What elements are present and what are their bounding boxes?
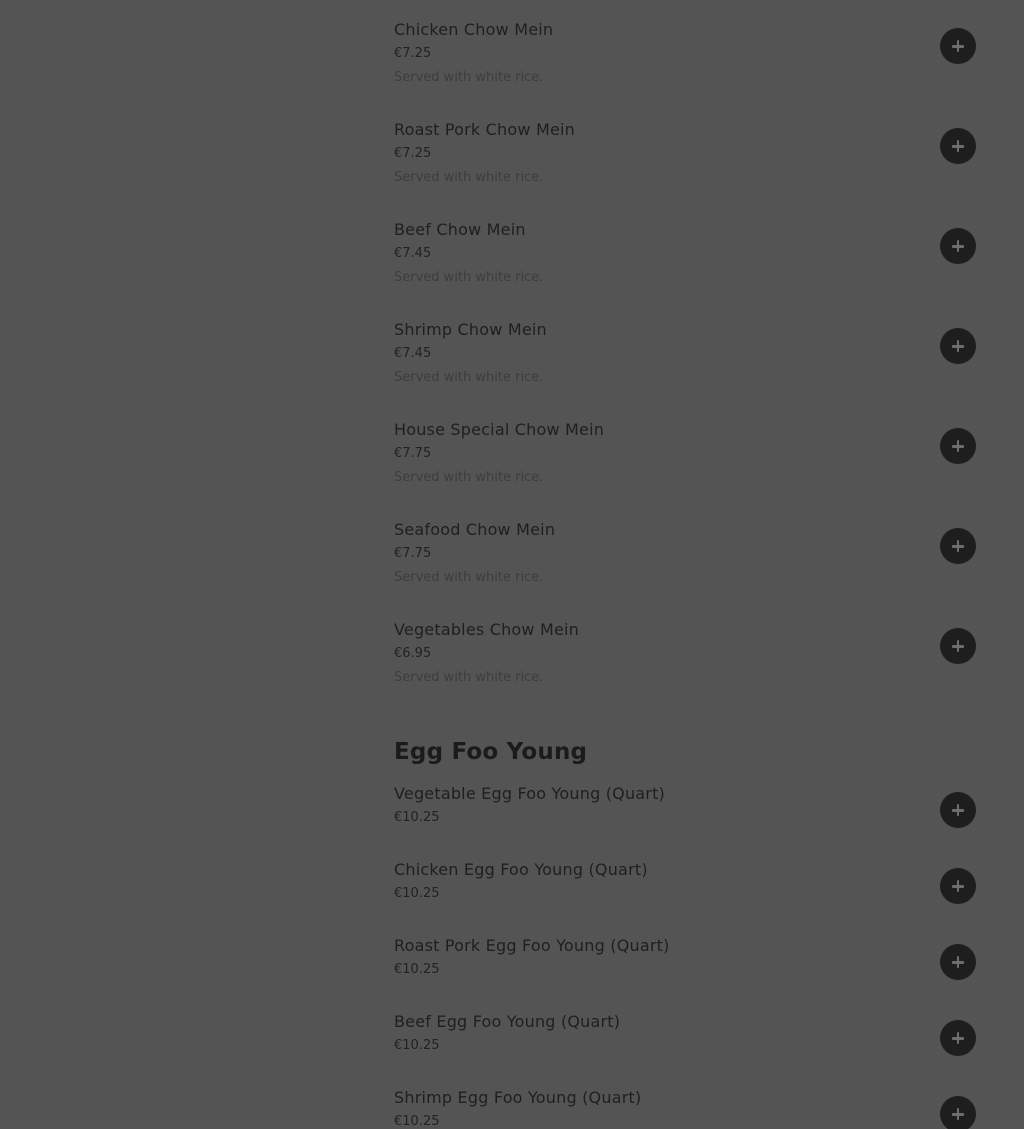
item-name: Shrimp Egg Foo Young (Quart) <box>394 1088 642 1107</box>
egg-foo-young-items: Vegetable Egg Foo Young (Quart) €10.25 C… <box>394 784 976 1129</box>
add-item-button[interactable] <box>940 28 976 64</box>
item-name: Vegetable Egg Foo Young (Quart) <box>394 784 665 803</box>
add-item-button[interactable] <box>940 868 976 904</box>
item-description: Served with white rice. <box>394 370 544 385</box>
item-price: €10.25 <box>394 962 440 977</box>
item-name: House Special Chow Mein <box>394 420 605 439</box>
item-description: Served with white rice. <box>394 270 544 285</box>
item-name: Shrimp Chow Mein <box>394 320 547 339</box>
item-price: €7.45 <box>394 246 432 261</box>
item-description: Served with white rice. <box>394 670 544 685</box>
add-item-button[interactable] <box>940 228 976 264</box>
add-item-button[interactable] <box>940 528 976 564</box>
menu-item[interactable]: Roast Pork Chow Mein €7.25 Served with w… <box>394 120 976 220</box>
item-description: Served with white rice. <box>394 570 544 585</box>
chow-mein-section: Chicken Chow Mein €7.25 Served with whit… <box>394 20 976 720</box>
item-description: Served with white rice. <box>394 170 544 185</box>
add-item-button[interactable] <box>940 328 976 364</box>
item-price: €6.95 <box>394 646 432 661</box>
item-name: Chicken Chow Mein <box>394 20 554 39</box>
item-name: Vegetables Chow Mein <box>394 620 579 639</box>
menu-item[interactable]: Chicken Chow Mein €7.25 Served with whit… <box>394 20 976 120</box>
section-title: Egg Foo Young <box>394 739 588 765</box>
menu-item[interactable]: Vegetables Chow Mein €6.95 Served with w… <box>394 620 976 720</box>
add-item-button[interactable] <box>940 128 976 164</box>
add-item-button[interactable] <box>940 628 976 664</box>
item-description: Served with white rice. <box>394 70 544 85</box>
item-price: €10.25 <box>394 810 440 825</box>
menu-item[interactable]: Vegetable Egg Foo Young (Quart) €10.25 <box>394 784 976 860</box>
item-price: €10.25 <box>394 1114 440 1129</box>
item-description: Served with white rice. <box>394 470 544 485</box>
item-name: Roast Pork Chow Mein <box>394 120 575 139</box>
item-name: Roast Pork Egg Foo Young (Quart) <box>394 936 670 955</box>
menu-item[interactable]: Chicken Egg Foo Young (Quart) €10.25 <box>394 860 976 936</box>
menu-item[interactable]: Beef Egg Foo Young (Quart) €10.25 <box>394 1012 976 1088</box>
item-price: €7.25 <box>394 146 432 161</box>
egg-foo-young-section: Egg Foo Young <box>394 737 976 767</box>
item-price: €7.25 <box>394 46 432 61</box>
menu-item[interactable]: Roast Pork Egg Foo Young (Quart) €10.25 <box>394 936 976 1012</box>
item-price: €10.25 <box>394 886 440 901</box>
item-price: €10.25 <box>394 1038 440 1053</box>
item-price: €7.75 <box>394 546 432 561</box>
menu-page: Chicken Chow Mein €7.25 Served with whit… <box>0 0 1024 1129</box>
item-name: Chicken Egg Foo Young (Quart) <box>394 860 648 879</box>
add-item-button[interactable] <box>940 1096 976 1129</box>
item-name: Seafood Chow Mein <box>394 520 556 539</box>
item-name: Beef Chow Mein <box>394 220 526 239</box>
menu-item[interactable]: House Special Chow Mein €7.75 Served wit… <box>394 420 976 520</box>
add-item-button[interactable] <box>940 1020 976 1056</box>
menu-item[interactable]: Shrimp Chow Mein €7.45 Served with white… <box>394 320 976 420</box>
menu-item[interactable]: Shrimp Egg Foo Young (Quart) €10.25 <box>394 1088 976 1129</box>
add-item-button[interactable] <box>940 428 976 464</box>
menu-item[interactable]: Seafood Chow Mein €7.75 Served with whit… <box>394 520 976 620</box>
item-name: Beef Egg Foo Young (Quart) <box>394 1012 621 1031</box>
item-price: €7.75 <box>394 446 432 461</box>
item-price: €7.45 <box>394 346 432 361</box>
add-item-button[interactable] <box>940 944 976 980</box>
menu-item[interactable]: Beef Chow Mein €7.45 Served with white r… <box>394 220 976 320</box>
add-item-button[interactable] <box>940 792 976 828</box>
